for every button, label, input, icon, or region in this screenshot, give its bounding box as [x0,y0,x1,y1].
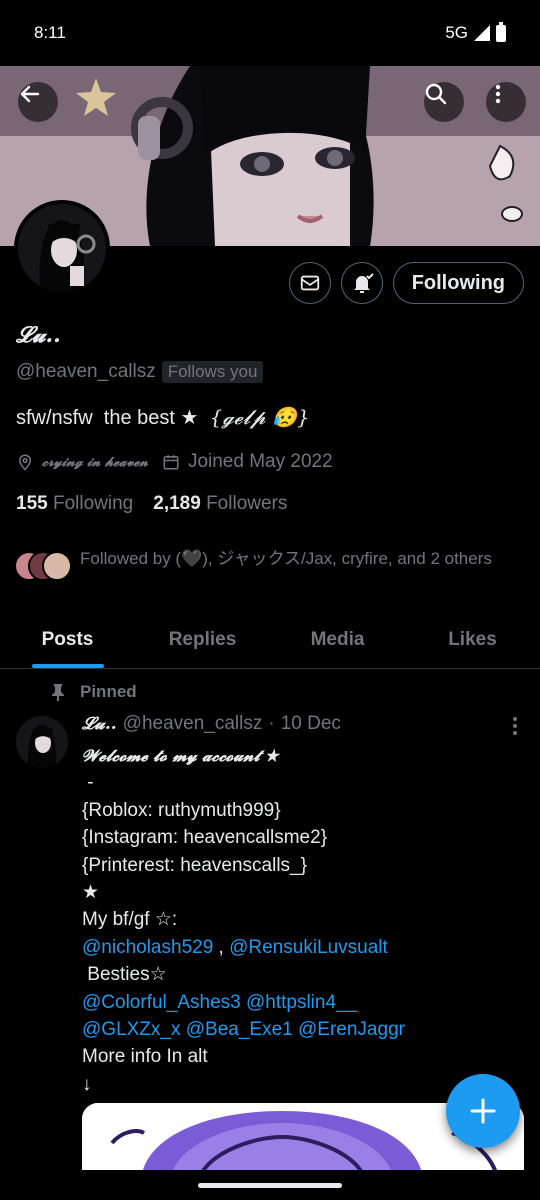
search-icon [425,83,447,105]
post-avatar-image [16,716,68,768]
status-time: 8:11 [34,23,66,42]
post-more-icon [513,717,517,735]
bio-fancy-text: {𝓰𝓮𝓵𝓹 😥} [209,405,310,429]
bell-check-icon [353,273,374,293]
bio-text: sfw/nsfw the best ★ [16,407,210,429]
followed-by[interactable]: Followed by (🖤), ジャックス/Jax, cryfire, and… [14,547,514,585]
envelope-icon [300,275,319,291]
tab-likes[interactable]: Likes [405,612,540,668]
more-vertical-icon [495,84,501,104]
post-author-avatar[interactable] [16,716,68,768]
post-author-handle[interactable]: @heaven_callsz [123,713,263,735]
post-line-mentions-besties: @GLXZx_x @Bea_Exe1 @ErenJaggr [82,1016,522,1043]
post-line: {Instagram: heavencallsme2} [82,827,328,849]
network-label: 5G [445,23,468,42]
tab-posts[interactable]: Posts [0,612,135,668]
followers-stat[interactable]: 2,189 Followers [153,493,287,515]
followers-label: Followers [206,493,288,514]
mention-separator: , [213,936,230,958]
post-line: Besties☆ [82,964,167,986]
pin-icon [52,684,64,701]
post-dot: · [268,713,275,734]
post-line: ★ [82,881,100,903]
profile-stats: 155 Following 2,189 Followers [16,493,287,515]
profile-meta: 𝓬𝓻𝔂𝓲𝓷𝓰 𝓲𝓷 𝓱𝓮𝓪𝓿𝓮𝓷 Joined May 2022 [16,451,333,473]
profile-avatar[interactable] [14,200,110,296]
location-pin-icon [18,454,32,471]
status-bar: 8:11 5G [0,0,540,66]
home-gesture-handle[interactable] [198,1183,342,1188]
post-line-mentions-partners: @nicholash529 , @RensukiLuvsualt [82,934,522,961]
status-indicators: 5G [445,21,506,43]
system-nav-bar [0,1170,540,1200]
post-line: My bf/gf ☆: [82,909,178,931]
handle-row: @heaven_callsz Follows you [16,361,264,383]
post-line: More info In alt [82,1046,208,1068]
post-date[interactable]: 10 Dec [281,713,341,735]
notifications-button[interactable] [340,262,383,304]
post-author-name[interactable]: 𝓛𝓾.. [82,714,117,734]
signal-icon [474,25,490,41]
profile-tabs: Posts Replies Media Likes [0,612,540,669]
battery-icon [496,21,506,42]
profile-location: 𝓬𝓻𝔂𝓲𝓷𝓰 𝓲𝓷 𝓱𝓮𝓪𝓿𝓮𝓷 [42,454,148,470]
profile-joined: Joined May 2022 [187,451,333,472]
post-body: 𝓦𝓮𝓵𝓬𝓸𝓶𝓮 𝓽𝓸 𝓶𝔂 𝓪𝓬𝓬𝓸𝓾𝓷𝓽 ★ - {Roblox: ruthy… [82,742,522,1098]
plus-icon [470,1098,496,1124]
pinned-indicator: Pinned [50,682,137,702]
more-options-button[interactable] [486,82,526,122]
mention-link[interactable]: @Colorful_Ashes3 [82,992,241,1013]
post-line: - [82,772,94,794]
post-more-button[interactable] [512,716,518,741]
mention-link[interactable]: @RensukiLuvsualt [229,937,388,958]
compose-button[interactable] [446,1074,520,1148]
avatar-image [18,204,106,292]
post-title: 𝓦𝓮𝓵𝓬𝓸𝓶𝓮 𝓽𝓸 𝓶𝔂 𝓪𝓬𝓬𝓸𝓾𝓷𝓽 ★ [82,746,279,765]
tab-media[interactable]: Media [270,612,405,668]
following-stat[interactable]: 155 Following [16,493,133,515]
followed-by-text: Followed by (🖤), ジャックス/Jax, cryfire, and… [80,549,492,568]
message-button[interactable] [288,262,331,304]
followers-count: 2,189 [153,493,201,514]
pinned-label: Pinned [80,682,137,701]
calendar-icon [163,455,179,470]
mention-link[interactable]: @httpslin4__ [246,992,357,1013]
profile-bio: sfw/nsfw the best ★ {𝓰𝓮𝓵𝓹 😥} [16,405,310,430]
post-line: {Printerest: heavenscalls_} [82,854,307,876]
post-line: {Roblox: ruthymuth999} [82,799,281,821]
following-button[interactable]: Following [392,262,524,304]
mention-link[interactable]: @Bea_Exe1 [186,1019,293,1040]
following-label: Following [52,493,134,514]
back-arrow-icon [20,85,40,103]
post-line-mentions-besties: @Colorful_Ashes3 @httpslin4__ [82,989,522,1016]
post-header: 𝓛𝓾.. @heaven_callsz · 10 Dec [82,713,341,735]
follows-you-badge: Follows you [161,361,264,383]
search-button[interactable] [424,82,464,122]
profile-actions: Following [288,262,524,304]
profile-name: 𝓛𝓾.. [16,322,61,348]
following-count: 155 [16,493,48,514]
mention-link[interactable]: @GLXZx_x [82,1019,180,1040]
mutual-avatar [42,551,72,581]
followed-by-avatars [14,551,72,585]
tab-replies[interactable]: Replies [135,612,270,668]
profile-handle: @heaven_callsz [16,361,156,382]
mention-link[interactable]: @nicholash529 [82,937,213,958]
mention-link[interactable]: @ErenJaggr [298,1019,405,1040]
back-button[interactable] [18,82,58,122]
